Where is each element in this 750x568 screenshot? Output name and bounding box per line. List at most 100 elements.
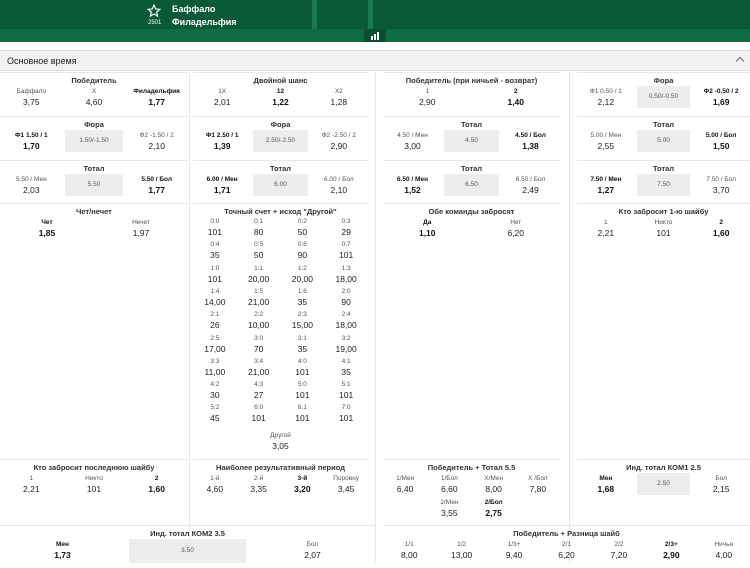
odds-button[interactable]: 1:0 101: [195, 265, 235, 284]
odds-button[interactable]: Ф2 -1.50 / 2 2,10: [127, 132, 186, 151]
odds-button[interactable]: 5.50 / Бол 1,77: [127, 176, 186, 195]
odds-button[interactable]: Ничья 4,00: [700, 541, 748, 560]
odds-button[interactable]: Никто 101: [637, 219, 691, 238]
odds-button[interactable]: 0:1 80: [239, 218, 279, 237]
odds-button[interactable]: 1:5 21,00: [239, 288, 279, 307]
odds-button[interactable]: 2:4 18,00: [326, 311, 366, 330]
odds-button[interactable]: 1:2 20,00: [283, 265, 323, 284]
odds-button[interactable]: 2 1,60: [694, 219, 748, 238]
odds-button[interactable]: 6.00 / Бол 2,10: [312, 176, 366, 195]
odds-button[interactable]: Баффало 3,75: [2, 88, 61, 107]
odds-button[interactable]: 2/3+ 2,90: [647, 541, 695, 560]
odds-button[interactable]: 1 2,21: [2, 475, 61, 494]
odds-button[interactable]: 5:1 101: [326, 381, 366, 400]
odds-button[interactable]: 1/3+ 9,40: [490, 541, 538, 560]
odds-button[interactable]: 1:1 20,00: [239, 265, 279, 284]
odds-button[interactable]: 5.50 / Мен 2,03: [2, 176, 61, 195]
odds-button[interactable]: 2:0 90: [326, 288, 366, 307]
odds-button[interactable]: 5:0 101: [283, 381, 323, 400]
odds-button[interactable]: 4:0 101: [283, 358, 323, 377]
odds-button[interactable]: 1-й 4,60: [195, 475, 235, 494]
odds-button[interactable]: 2 1,40: [474, 88, 559, 107]
odds-button[interactable]: 3:4 21,00: [239, 358, 279, 377]
odds-button[interactable]: 3-й 3,20: [283, 475, 323, 494]
odds-button[interactable]: 2:3 15,00: [283, 311, 323, 330]
odds-button[interactable]: 2/1 6,20: [542, 541, 590, 560]
odds-button[interactable]: 1/2 13,00: [437, 541, 485, 560]
odds-button[interactable]: 3:1 35: [283, 335, 323, 354]
odds-button[interactable]: 2-й 3,35: [239, 475, 279, 494]
odds-button[interactable]: 1/Бол 6,60: [429, 475, 469, 494]
odds-button[interactable]: Х 4,60: [65, 88, 124, 107]
odds-button[interactable]: 4:1 35: [326, 358, 366, 377]
odds-button[interactable]: 0:0 101: [195, 218, 235, 237]
odds-button[interactable]: Ф2 -2.50 / 2 2,90: [312, 132, 366, 151]
odds-button[interactable]: 4:2 30: [195, 381, 235, 400]
odds-button[interactable]: Х2 1,28: [312, 88, 366, 107]
odds-button[interactable]: 2:1 26: [195, 311, 235, 330]
odds-button[interactable]: 4.50 / Мен 3,00: [385, 132, 440, 151]
odds-button[interactable]: 1/1 8,00: [385, 541, 433, 560]
odds-button[interactable]: Нечет 1,97: [96, 219, 186, 238]
odds-button[interactable]: 3:3 11,00: [195, 358, 235, 377]
odds-button[interactable]: Да 1,10: [385, 219, 470, 238]
odds-button[interactable]: 7.50 / Бол 3,70: [694, 176, 748, 195]
odds-button[interactable]: 2/Мен 3,55: [429, 499, 469, 518]
odds-button[interactable]: 1 2,90: [385, 88, 470, 107]
market-tot6: Тотал 7.50 / Мен 1,27 7.50 7.50 / Бол 3,70: [577, 160, 750, 200]
odds-button[interactable]: 2 1,60: [127, 475, 186, 494]
market-title: Победитель: [71, 76, 117, 85]
odds-button[interactable]: 0:4 35: [195, 241, 235, 260]
odds-button[interactable]: 4:3 27: [239, 381, 279, 400]
odds-button[interactable]: Чет 1,85: [2, 219, 92, 238]
odds-button[interactable]: 12 1,22: [253, 88, 307, 107]
odds-button[interactable]: 1:6 35: [283, 288, 323, 307]
odds-button[interactable]: Ф1 0.50 / 1 2,12: [579, 88, 633, 107]
odds-button[interactable]: Ф1 2.50 / 1 1,39: [195, 132, 249, 151]
odds-button[interactable]: Ф1 1.50 / 1 1,70: [2, 132, 61, 151]
odds-button[interactable]: 2:2 10,00: [239, 311, 279, 330]
odds-button[interactable]: 5.00 / Бол 1,50: [694, 132, 748, 151]
odds-button[interactable]: Поровну 3,45: [326, 475, 366, 494]
odds-button[interactable]: 0:7 101: [326, 241, 366, 260]
odds-button[interactable]: Ф2 -0.50 / 2 1,69: [694, 88, 748, 107]
odds-button[interactable]: 1:3 18,00: [326, 265, 366, 284]
odds-button[interactable]: 7.50 / Мен 1,27: [579, 176, 633, 195]
odds-button[interactable]: 7:0 101: [326, 404, 366, 423]
odds-button[interactable]: 3:2 19,00: [326, 335, 366, 354]
odds-button[interactable]: 6.50 / Бол 2,49: [503, 176, 558, 195]
odds-button[interactable]: Никто 101: [65, 475, 124, 494]
odds-button[interactable]: Другой 3,05: [259, 432, 303, 451]
odds-value: 1,50: [712, 141, 730, 151]
odds-button[interactable]: 0:3 29: [326, 218, 366, 237]
odds-button[interactable]: Нет 6,20: [474, 219, 559, 238]
odds-button[interactable]: 3:0 70: [239, 335, 279, 354]
odds-button[interactable]: 6:0 101: [239, 404, 279, 423]
odds-button[interactable]: Бол 2,15: [694, 475, 748, 494]
odds-button[interactable]: 5:2 45: [195, 404, 235, 423]
odds-button[interactable]: 4.50 / Бол 1,38: [503, 132, 558, 151]
odds-button[interactable]: 0:6 90: [283, 241, 323, 260]
odds-button[interactable]: 1:4 14,00: [195, 288, 235, 307]
odds-button[interactable]: 6:1 101: [283, 404, 323, 423]
favorite-star-icon[interactable]: [147, 4, 161, 18]
stats-button[interactable]: [364, 29, 386, 42]
odds-button[interactable]: 1Х 2,01: [195, 88, 249, 107]
odds-button[interactable]: Бол 2,07: [254, 541, 371, 560]
odds-button[interactable]: 5.00 / Мен 2,55: [579, 132, 633, 151]
odds-button[interactable]: 6.00 / Мен 1,71: [195, 176, 249, 195]
odds-button[interactable]: 0:2 50: [283, 218, 323, 237]
odds-button[interactable]: 6.50 / Мен 1,52: [385, 176, 440, 195]
odds-button[interactable]: 1 2,21: [579, 219, 633, 238]
odds-button[interactable]: 2/2 7,20: [595, 541, 643, 560]
odds-button[interactable]: Мен 1,73: [4, 541, 121, 560]
odds-button[interactable]: 2/Бол 2,75: [474, 499, 514, 518]
odds-button[interactable]: Мен 1,68: [579, 475, 633, 494]
odds-button[interactable]: 1/Мен 6,40: [385, 475, 425, 494]
odds-button[interactable]: 2:5 17,00: [195, 335, 235, 354]
odds-button[interactable]: 0:5 50: [239, 241, 279, 260]
odds-button[interactable]: Х /Бол 7,80: [518, 475, 558, 494]
odds-button[interactable]: Х/Мен 8,00: [474, 475, 514, 494]
section-header[interactable]: Основное время: [0, 50, 750, 71]
odds-button[interactable]: Филадельфия 1,77: [127, 88, 186, 107]
